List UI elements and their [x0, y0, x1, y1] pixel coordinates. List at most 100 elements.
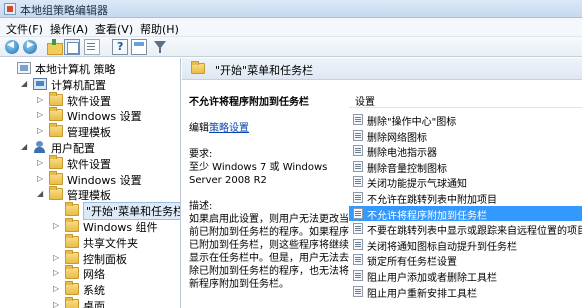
tree-item[interactable]: ▷ 系统	[0, 281, 180, 297]
setting-description: 不允许将程序附加到任务栏 编辑策略设置 要求: 至少 Windows 7 或 W…	[189, 96, 349, 291]
expand-arrow-icon[interactable]: ▷	[37, 158, 43, 167]
tree-item[interactable]: ◢ 用户配置	[0, 139, 180, 155]
tree-item[interactable]: ▷ Windows 设置	[0, 107, 180, 123]
tree-item[interactable]: "开始"菜单和任务栏	[0, 202, 180, 221]
tree-item[interactable]: ▷ 管理模板	[0, 123, 180, 140]
folder-icon	[65, 202, 79, 217]
menu-help[interactable]: 帮助(H)	[138, 20, 181, 38]
details-header: "开始"菜单和任务栏	[182, 58, 582, 80]
user-icon	[33, 141, 47, 153]
tree-item-label: 管理模板	[67, 126, 111, 140]
setting-icon	[353, 223, 363, 235]
setting-label: 关闭将通知图标自动提升到任务栏	[367, 241, 517, 253]
tree-item-label: 软件设置	[67, 94, 111, 108]
setting-icon	[353, 192, 363, 203]
folder-icon	[49, 91, 63, 106]
menu-view[interactable]: 查看(V)	[93, 20, 135, 38]
setting-row[interactable]: 锁定所有任务栏设置	[349, 252, 582, 269]
tree-item[interactable]: ◢ 管理模板	[0, 186, 180, 202]
setting-row[interactable]: 删除电池指示器	[349, 143, 582, 159]
help-icon[interactable]	[112, 39, 128, 55]
forward-icon[interactable]	[22, 39, 38, 55]
collapse-arrow-icon[interactable]: ◢	[37, 189, 43, 198]
tree-item-label: 控制面板	[83, 252, 127, 266]
expand-arrow-icon[interactable]: ▷	[53, 268, 59, 277]
edit-line: 编辑策略设置	[189, 122, 349, 135]
description-label: 描述:	[189, 201, 213, 212]
setting-row[interactable]: 删除网络图标	[349, 128, 582, 144]
folder-icon	[191, 61, 205, 74]
expand-arrow-icon[interactable]: ▷	[53, 300, 59, 308]
tree-item-label: 桌面	[83, 300, 105, 308]
setting-label: 锁定所有任务栏设置	[367, 257, 457, 269]
properties-icon[interactable]	[131, 39, 147, 55]
menu-action[interactable]: 操作(A)	[48, 20, 90, 38]
tree-item[interactable]: ▷ Windows 设置	[0, 170, 180, 187]
settings-column-header[interactable]: 设置	[349, 92, 582, 108]
folder-icon	[65, 297, 79, 308]
expand-arrow-icon[interactable]: ▷	[37, 110, 43, 119]
description-text: 前已附加到任务栏的程序。如果程序	[189, 227, 349, 238]
show-tree-icon[interactable]	[64, 39, 80, 55]
folder-icon	[49, 170, 63, 185]
setting-label: 阻止用户添加或者删除工具栏	[367, 273, 497, 284]
settings-list: 设置 删除"操作中心"图标 删除网络图标 删除电池指示器 删除音量控制图标关闭功能提示…	[349, 88, 582, 308]
details-pane: "开始"菜单和任务栏 不允许将程序附加到任务栏 编辑策略设置 要求: 至少 Wi…	[182, 58, 582, 308]
setting-row[interactable]: 删除音量控制图标	[349, 159, 582, 175]
collapse-arrow-icon[interactable]: ◢	[21, 142, 27, 151]
setting-label: 关闭功能提示气球通知	[367, 179, 467, 191]
expand-arrow-icon[interactable]: ▷	[53, 221, 59, 230]
folder-icon	[65, 281, 79, 296]
tree-item-label: 软件设置	[67, 157, 111, 171]
requirements-text: Server 2008 R2	[189, 175, 267, 186]
tree-item[interactable]: ▷ Windows 组件	[0, 218, 180, 234]
setting-icon	[353, 270, 363, 281]
collapse-arrow-icon[interactable]: ◢	[21, 79, 27, 88]
setting-icon	[353, 207, 363, 219]
setting-row[interactable]: 关闭将通知图标自动提升到任务栏	[349, 237, 582, 253]
tree-item[interactable]: 共享文件夹	[0, 233, 180, 250]
setting-icon	[353, 160, 363, 172]
filter-icon[interactable]	[152, 39, 168, 55]
setting-row[interactable]: 阻止用户添加或者删除工具栏	[349, 268, 582, 284]
computer-icon	[33, 77, 47, 90]
setting-icon	[353, 145, 363, 157]
up-folder-icon[interactable]	[46, 39, 63, 55]
description-text: 如果启用此设置，则用户无法更改当	[189, 214, 349, 225]
folder-icon	[65, 265, 79, 280]
setting-icon	[353, 114, 363, 125]
folder-icon	[65, 233, 79, 248]
folder-icon	[49, 154, 63, 169]
setting-label: 删除"操作中心"图标	[367, 117, 457, 128]
setting-row[interactable]: 阻止用户重新安排工具栏	[349, 284, 582, 300]
setting-title: 不允许将程序附加到任务栏	[189, 97, 309, 108]
expand-arrow-icon[interactable]: ▷	[37, 95, 43, 104]
menu-file[interactable]: 文件(F)	[4, 20, 45, 38]
setting-row[interactable]: 删除"操作中心"图标	[349, 112, 582, 128]
tree-item[interactable]: ▷ 软件设置	[0, 154, 180, 171]
export-list-icon[interactable]	[84, 39, 100, 55]
setting-icon	[353, 238, 363, 250]
setting-row[interactable]: 关闭功能提示气球通知	[349, 174, 582, 191]
tree-item[interactable]: ▷ 控制面板	[0, 249, 180, 266]
setting-row[interactable]: 不允许在跳转列表中附加项目	[349, 190, 582, 206]
setting-icon	[353, 129, 363, 141]
tree-item-label: 共享文件夹	[83, 236, 138, 250]
app-icon	[4, 3, 16, 15]
setting-row[interactable]: 不允许将程序附加到任务栏	[349, 205, 582, 222]
tree-item[interactable]: ▷ 桌面	[0, 297, 180, 308]
tree-item[interactable]: ▷ 软件设置	[0, 91, 180, 108]
expand-arrow-icon[interactable]: ▷	[53, 253, 59, 262]
tree-item[interactable]: ▷ 网络	[0, 265, 180, 281]
policy-icon	[17, 62, 31, 74]
expand-arrow-icon[interactable]: ▷	[53, 284, 59, 293]
back-icon[interactable]	[4, 39, 20, 55]
details-header-title: "开始"菜单和任务栏	[215, 64, 314, 77]
setting-row[interactable]: 不要在跳转列表中显示或跟踪来自远程位置的项目	[349, 221, 582, 237]
edit-policy-link[interactable]: 策略设置	[209, 123, 249, 134]
setting-icon	[353, 285, 363, 297]
expand-arrow-icon[interactable]: ▷	[37, 174, 43, 183]
expand-arrow-icon[interactable]: ▷	[37, 126, 43, 135]
tree-item[interactable]: 本地计算机 策略	[0, 60, 180, 76]
tree-item[interactable]: ◢ 计算机配置	[0, 76, 180, 92]
